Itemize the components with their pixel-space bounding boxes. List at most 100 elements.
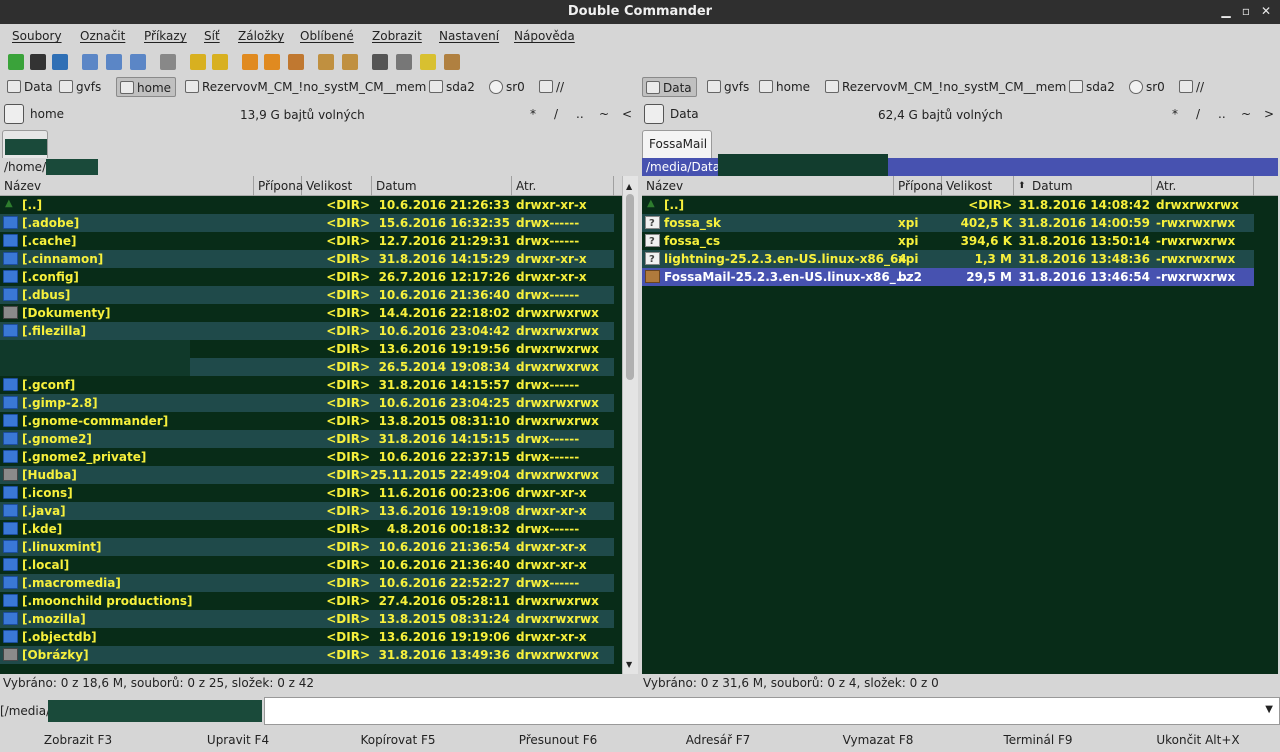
plugin-icon[interactable] [288, 54, 304, 70]
drive-home[interactable]: home [756, 77, 814, 97]
drive-icon[interactable] [644, 104, 664, 124]
file-row[interactable]: [.gimp-2.8] <DIR> 10.6.2016 23:04:25 drwxrw… [0, 394, 614, 412]
chevron-down-icon[interactable]: ▼ [1265, 704, 1273, 715]
file-row[interactable]: [.local] <DIR> 10.6.2016 21:36:40 drwxr-xr-… [0, 556, 614, 574]
col-size[interactable]: Velikost [302, 176, 372, 196]
fkey-button-3[interactable]: Zobrazit F3 [0, 733, 158, 747]
file-row[interactable]: [..] <DIR> 31.8.2016 14:08:42 drwxrwxrwx [642, 196, 1254, 214]
drive-home[interactable]: home [116, 77, 177, 97]
nav-home-button[interactable]: ~ [599, 107, 609, 121]
multi-rename-icon[interactable] [242, 54, 258, 70]
file-row[interactable]: fossa_cs xpi 394,6 K 31.8.2016 13:50:14 -rwx… [642, 232, 1254, 251]
file-row[interactable]: [.icons] <DIR> 11.6.2016 00:23:06 drwxr-xr-… [0, 484, 614, 502]
copy-left-icon[interactable] [190, 54, 206, 70]
col-name[interactable]: Název [0, 176, 254, 196]
file-row[interactable]: [.moonchild productions] <DIR> 27.4.2016 0… [0, 592, 614, 610]
file-row[interactable]: [.cinnamon] <DIR> 31.8.2016 14:15:29 drwxr-… [0, 250, 614, 268]
drive-sr0[interactable]: sr0 [486, 77, 529, 97]
nav-up-button[interactable]: .. [1218, 107, 1226, 121]
sync-dirs-icon[interactable] [264, 54, 280, 70]
file-row[interactable]: [Dokumenty] <DIR> 14.4.2016 22:18:02 drwxrw… [0, 304, 614, 322]
file-row[interactable]: [.gnome2_private] <DIR> 10.6.2016 22:37:15… [0, 448, 614, 466]
file-row[interactable]: [Hudba] <DIR> 25.11.2015 22:49:04 drwxrwxrw… [0, 466, 614, 484]
menu-3[interactable]: Síť [204, 29, 220, 43]
menu-2[interactable]: Příkazy [144, 29, 187, 43]
fkey-button-10[interactable]: Ukončit Alt+X [1118, 733, 1278, 747]
menu-5[interactable]: Oblíbené [300, 29, 354, 43]
file-row[interactable]: [.cache] <DIR> 12.7.2016 21:29:31 drwx-----… [0, 232, 614, 250]
drive-sda2[interactable]: sda2 [1066, 77, 1119, 97]
copy-right-icon[interactable] [212, 54, 228, 70]
file-row[interactable]: [.config] <DIR> 26.7.2016 12:17:26 drwxr-xr… [0, 268, 614, 286]
nav-forward-button[interactable]: > [1264, 107, 1274, 121]
col-date[interactable]: Datum [372, 176, 512, 196]
right-current-path[interactable]: /media/Data/ [642, 154, 1278, 176]
menu-1[interactable]: Označit [80, 29, 125, 43]
file-row[interactable]: [..] <DIR> 10.6.2016 21:26:33 drwxr-xr-x [0, 196, 614, 214]
col-date[interactable]: ⬆ Datum [1014, 176, 1152, 196]
nav-back-button[interactable]: < [622, 107, 632, 121]
brief-view-icon[interactable] [82, 54, 98, 70]
nav-slash-button[interactable]: / [554, 107, 558, 121]
terminal-icon[interactable] [30, 54, 46, 70]
menu-6[interactable]: Zobrazit [372, 29, 422, 43]
file-row[interactable]: [.dbus] <DIR> 10.6.2016 21:36:40 drwx------ [0, 286, 614, 304]
right-tab[interactable]: FossaMail [642, 130, 712, 158]
col-attr[interactable]: Atr. [1152, 176, 1254, 196]
scrollbar-thumb[interactable] [626, 194, 634, 380]
drive-rezervovm-cm-no-systm-cm-mem[interactable]: RezervovM_CM_!no_systM_CM__mem [182, 77, 430, 97]
file-row[interactable]: fossa_sk xpi 402,5 K 31.8.2016 14:00:59 -rwx… [642, 214, 1254, 233]
menu-4[interactable]: Záložky [238, 29, 284, 43]
left-tab[interactable] [2, 130, 48, 158]
file-row[interactable]: [.macromedia] <DIR> 10.6.2016 22:52:27 drwx… [0, 574, 614, 592]
edit-icon[interactable] [396, 54, 412, 70]
drive-data[interactable]: Data [4, 77, 57, 97]
scroll-down-icon[interactable]: ▼ [626, 660, 632, 669]
file-row[interactable]: [.linuxmint] <DIR> 10.6.2016 21:36:54 drwxr… [0, 538, 614, 556]
command-input[interactable]: ▼ [264, 697, 1280, 725]
file-row[interactable]: [.filezilla] <DIR> 10.6.2016 23:04:42 drwxr… [0, 322, 614, 340]
drive-sda2[interactable]: sda2 [426, 77, 479, 97]
file-row[interactable]: [.objectdb] <DIR> 13.6.2016 19:19:06 drwxr-… [0, 628, 614, 646]
nav-root-button[interactable]: * [1172, 107, 1178, 121]
drive-icon[interactable] [4, 104, 24, 124]
file-row[interactable]: [.gnome2] <DIR> 31.8.2016 14:15:15 drwx----… [0, 430, 614, 448]
full-view-icon[interactable] [106, 54, 122, 70]
menu-0[interactable]: Soubory [12, 29, 62, 43]
folder-icon[interactable] [420, 54, 436, 70]
pack-icon[interactable] [318, 54, 334, 70]
nav-slash-button[interactable]: / [1196, 107, 1200, 121]
file-row[interactable]: [.gnome-commander] <DIR> 13.8.2015 08:31:1… [0, 412, 614, 430]
file-row[interactable]: [.adobe] <DIR> 15.6.2016 16:32:35 drwx-----… [0, 214, 614, 232]
left-file-list[interactable]: Název Přípona Velikost Datum Atr. [..] <D… [0, 176, 622, 674]
file-row[interactable]: lightning-25.2.3.en-US.linux-x86_64xpi 1,… [642, 250, 1254, 269]
minimize-icon[interactable]: ▁ [1218, 3, 1234, 19]
drive--[interactable]: // [1176, 77, 1208, 97]
col-size[interactable]: Velikost [942, 176, 1014, 196]
fkey-button-8[interactable]: Vymazat F8 [798, 733, 958, 747]
network-icon[interactable] [52, 54, 68, 70]
file-row[interactable]: [.mozilla] <DIR> 13.8.2015 08:31:24 drwxrwx… [0, 610, 614, 628]
unpack-icon[interactable] [342, 54, 358, 70]
nav-up-button[interactable]: .. [576, 107, 584, 121]
menu-8[interactable]: Nápověda [514, 29, 575, 43]
right-file-list[interactable]: Název Přípona Velikost ⬆ Datum Atr. [..]… [642, 176, 1278, 674]
col-name[interactable]: Název [642, 176, 894, 196]
close-icon[interactable]: ✕ [1258, 3, 1274, 19]
col-ext[interactable]: Přípona [254, 176, 303, 196]
file-row[interactable]: [.kde] <DIR> 4.8.2016 00:18:32 drwx------ [0, 520, 614, 538]
fkey-button-4[interactable]: Upravit F4 [158, 733, 318, 747]
fkey-button-9[interactable]: Terminál F9 [958, 733, 1118, 747]
refresh-icon[interactable] [8, 54, 24, 70]
archive-icon[interactable] [444, 54, 460, 70]
file-row[interactable]: FossaMail-25.2.3.en-US.linux-x86_... bz2 2… [642, 268, 1254, 286]
col-attr[interactable]: Atr. [512, 176, 614, 196]
file-row[interactable]: [Obrázky] <DIR> 31.8.2016 13:49:36 drwxrwxr… [0, 646, 614, 664]
drive-gvfs[interactable]: gvfs [704, 77, 753, 97]
fkey-button-6[interactable]: Přesunout F6 [478, 733, 638, 747]
file-row[interactable]: [.gconf] <DIR> 31.8.2016 14:15:57 drwx-----… [0, 376, 614, 394]
file-row[interactable]: [.java] <DIR> 13.6.2016 19:19:08 drwxr-xr-x [0, 502, 614, 520]
left-scrollbar[interactable]: ▲ ▼ [622, 176, 638, 674]
drive-data[interactable]: Data [642, 77, 697, 97]
fkey-button-7[interactable]: Adresář F7 [638, 733, 798, 747]
